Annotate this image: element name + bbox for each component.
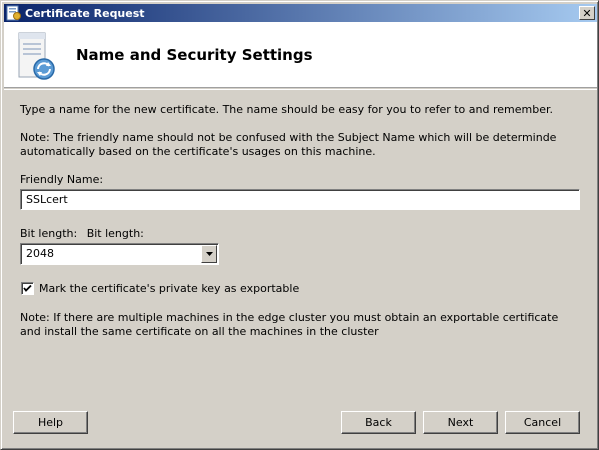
close-icon: ✕ — [582, 6, 592, 20]
bit-length-select[interactable]: 2048 — [20, 243, 219, 265]
dropdown-button[interactable] — [201, 245, 217, 263]
exportable-checkbox[interactable] — [21, 282, 34, 295]
bit-length-label-1: Bit length: — [20, 227, 78, 240]
checkmark-icon — [23, 284, 32, 292]
page-title: Name and Security Settings — [76, 46, 313, 64]
back-button[interactable]: Back — [341, 411, 416, 434]
exportable-label[interactable]: Mark the certificate's private key as ex… — [39, 282, 299, 296]
cancel-button[interactable]: Cancel — [505, 411, 580, 434]
bit-length-label-2: Bit length: — [86, 227, 144, 240]
cluster-note: Note: If there are multiple machines in … — [20, 311, 559, 338]
title-bar[interactable]: Certificate Request ✕ — [4, 4, 597, 22]
friendly-name-value: SSLcert — [26, 193, 68, 206]
bit-length-label: Bit length: Bit length: — [20, 227, 144, 241]
certificate-server-icon — [18, 32, 55, 80]
window-title: Certificate Request — [25, 6, 145, 20]
close-button[interactable]: ✕ — [579, 6, 595, 20]
next-button[interactable]: Next — [423, 411, 498, 434]
chevron-down-icon — [205, 252, 213, 256]
intro-text: Type a name for the new certificate. The… — [20, 103, 553, 116]
certificate-app-icon — [6, 5, 21, 21]
header-divider — [4, 89, 597, 90]
friendly-name-input[interactable]: SSLcert — [20, 189, 580, 210]
friendly-name-label: Friendly Name: — [20, 173, 104, 186]
certificate-request-window: Certificate Request ✕ Name and Security … — [0, 0, 599, 450]
help-button[interactable]: Help — [13, 411, 88, 434]
friendly-name-note: Note: The friendly name should not be co… — [20, 131, 557, 158]
wizard-header: Name and Security Settings — [4, 22, 597, 88]
bit-length-value: 2048 — [26, 247, 54, 260]
